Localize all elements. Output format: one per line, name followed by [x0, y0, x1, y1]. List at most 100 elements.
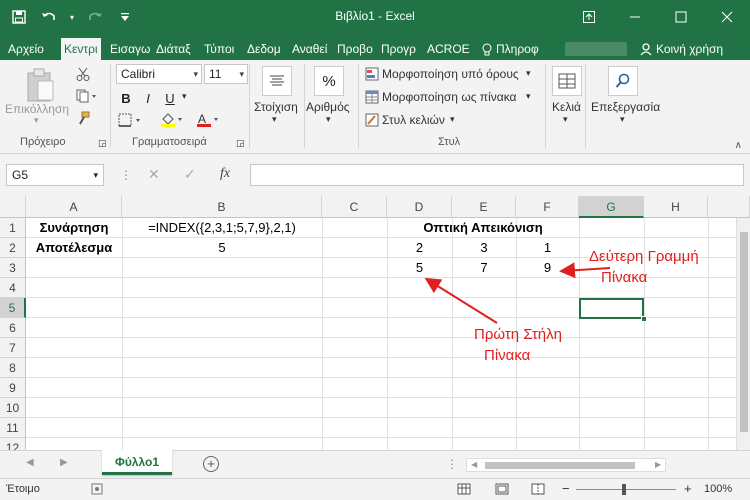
conditional-formatting-label[interactable]: Μορφοποίηση υπό όρους [382, 67, 519, 81]
ribbon-separator [545, 64, 546, 148]
alignment-label[interactable]: Στοίχιση [254, 100, 298, 114]
tab-file[interactable]: Αρχείο [8, 38, 44, 60]
tab-split-grip-icon[interactable]: ⋮ [446, 457, 458, 471]
horizontal-scroll-thumb[interactable] [485, 462, 635, 469]
tab-page-layout[interactable]: Διάταξ [156, 38, 191, 60]
bold-button[interactable]: B [116, 88, 136, 108]
font-group-label: Γραμματοσειρά [132, 136, 207, 148]
prev-sheet-icon[interactable]: ◀ [26, 457, 34, 468]
conditional-formatting-icon[interactable] [364, 66, 380, 82]
arrow-to-second-row [559, 262, 611, 279]
ribbon-separator [249, 64, 250, 148]
format-painter-icon[interactable] [74, 110, 92, 126]
number-dropdown-icon[interactable]: ▾ [326, 114, 331, 125]
zoom-slider[interactable] [576, 489, 676, 490]
vertical-scroll-thumb[interactable] [740, 232, 748, 432]
editing-label[interactable]: Επεξεργασία [591, 100, 660, 114]
alignment-dropdown-icon[interactable]: ▾ [272, 114, 277, 125]
ribbon-display-options-button[interactable] [566, 0, 612, 34]
font-size-combo[interactable]: 11 ▾ [204, 64, 248, 84]
alignment-icon[interactable] [262, 66, 292, 96]
cancel-icon[interactable]: ✕ [148, 166, 160, 183]
cell-styles-label[interactable]: Στυλ κελιών [382, 113, 445, 127]
percent-icon[interactable]: % [314, 66, 344, 96]
zoom-out-icon[interactable]: − [562, 481, 570, 496]
ribbon: Επικόλληση ▾ Πρόχειρο ◲ Calibri ▾ 11 ▾ B I… [0, 60, 750, 154]
font-launcher-icon[interactable]: ◲ [236, 138, 245, 149]
ribbon-separator [358, 64, 359, 148]
tab-review[interactable]: Αναθεί [292, 38, 327, 60]
chevron-down-icon: ▾ [239, 69, 244, 79]
cells-label[interactable]: Κελιά [552, 100, 581, 114]
page-break-view-icon[interactable] [530, 482, 546, 496]
underline-dropdown-icon[interactable]: ▾ [182, 91, 187, 102]
tab-developer[interactable]: Προγρ [381, 38, 416, 60]
minimize-button[interactable] [612, 0, 658, 34]
italic-button[interactable]: I [138, 88, 158, 108]
clipboard-launcher-icon[interactable]: ◲ [98, 138, 107, 149]
chevron-down-icon[interactable]: ▾ [526, 68, 531, 79]
font-size-value: 11 [209, 67, 222, 81]
cells-dropdown-icon[interactable]: ▾ [563, 114, 568, 125]
chevron-down-icon[interactable]: ▾ [450, 114, 455, 125]
copy-icon[interactable] [74, 88, 100, 104]
name-box[interactable]: G5 ▾ [6, 164, 104, 186]
sheet-tab-1[interactable]: Φύλλο1 [102, 450, 172, 475]
share-button[interactable]: Κοινή χρήση [640, 38, 723, 60]
cut-icon[interactable] [74, 66, 92, 82]
tab-formulas[interactable]: Τύποι [204, 38, 234, 60]
zoom-slider-knob[interactable] [622, 484, 626, 495]
tab-home[interactable]: Κεντρι [61, 38, 101, 60]
tab-acroe[interactable]: ACROE [427, 38, 470, 60]
maximize-button[interactable] [658, 0, 704, 34]
macro-record-icon[interactable] [90, 482, 104, 496]
paste-icon[interactable] [22, 66, 58, 104]
cells-icon[interactable] [552, 66, 582, 96]
format-as-table-label[interactable]: Μορφοποίηση ως πίνακα [382, 90, 516, 104]
font-color-icon[interactable]: A [194, 110, 224, 130]
ribbon-separator [110, 64, 111, 148]
chevron-down-icon: ▾ [193, 69, 198, 79]
worksheet-grid[interactable]: A B C D E F G H 1 2 3 4 5 6 7 8 9 10 11 … [0, 196, 750, 450]
ribbon-tab-row: Αρχείο Κεντρι Εισαγω Διάταξ Τύποι Δεδομ … [0, 34, 750, 60]
insert-function-icon[interactable]: fx [220, 166, 230, 182]
page-layout-view-icon[interactable] [494, 482, 510, 496]
user-account-blurred[interactable] [565, 42, 627, 56]
underline-button[interactable]: U [160, 88, 180, 108]
paste-label[interactable]: Επικόλληση [5, 102, 69, 116]
collapse-ribbon-icon[interactable]: ∧ [735, 140, 742, 151]
share-label: Κοινή χρήση [656, 42, 724, 56]
vertical-scrollbar[interactable] [736, 218, 750, 450]
chevron-down-icon: ▾ [93, 170, 98, 180]
cell-styles-icon[interactable] [364, 112, 380, 128]
format-as-table-icon[interactable] [364, 89, 380, 105]
ribbon-separator [585, 64, 586, 148]
paste-dropdown-icon[interactable]: ▾ [34, 115, 39, 126]
editing-dropdown-icon[interactable]: ▾ [620, 114, 625, 125]
add-sheet-icon[interactable]: + [203, 456, 219, 472]
scroll-right-icon[interactable]: ▶ [655, 460, 661, 469]
tab-view[interactable]: Προβο [337, 38, 373, 60]
font-name-combo[interactable]: Calibri ▾ [116, 64, 202, 84]
formula-input[interactable] [250, 164, 744, 186]
tab-data[interactable]: Δεδομ [247, 38, 281, 60]
name-box-value: G5 [12, 168, 29, 182]
horizontal-scrollbar[interactable]: ◀ ▶ [466, 458, 666, 472]
zoom-in-icon[interactable]: + [684, 481, 692, 496]
annotation-arrows [424, 262, 611, 324]
tell-me-box[interactable]: Πληροφ [482, 38, 539, 60]
fill-color-icon[interactable] [158, 110, 188, 130]
borders-icon[interactable] [116, 110, 146, 130]
enter-icon[interactable]: ✓ [184, 166, 196, 183]
person-icon [640, 42, 652, 55]
scroll-left-icon[interactable]: ◀ [471, 460, 477, 469]
search-icon[interactable] [608, 66, 638, 96]
next-sheet-icon[interactable]: ▶ [60, 457, 68, 468]
tab-insert[interactable]: Εισαγω [110, 38, 150, 60]
number-label[interactable]: Αριθμός [306, 100, 350, 114]
normal-view-icon[interactable] [456, 482, 472, 496]
zoom-level[interactable]: 100% [704, 483, 732, 495]
ribbon-separator [304, 64, 305, 148]
close-button[interactable] [704, 0, 750, 34]
chevron-down-icon[interactable]: ▾ [526, 91, 531, 102]
